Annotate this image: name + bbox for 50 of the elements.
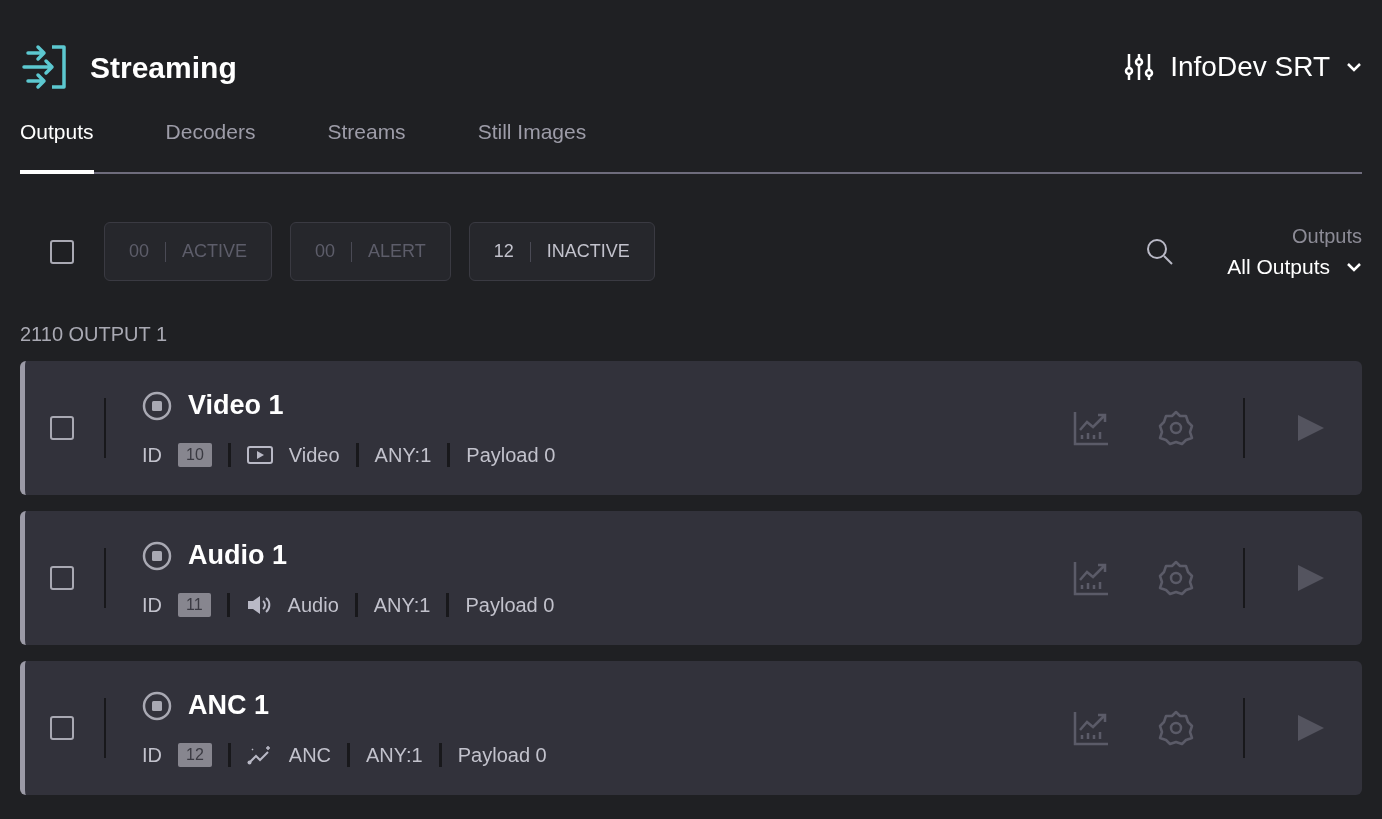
checkbox[interactable] xyxy=(50,415,74,440)
checkbox[interactable] xyxy=(50,239,74,264)
sliders-icon xyxy=(1124,52,1155,82)
chevron-down-icon xyxy=(1346,62,1362,72)
output-format: ANY:1 xyxy=(366,742,423,768)
tab[interactable]: Decoders xyxy=(165,116,256,174)
id-badge: 12 xyxy=(178,742,212,767)
tab[interactable]: Outputs xyxy=(20,116,94,174)
group-title: 2110 OUTPUT 1 xyxy=(20,321,169,347)
stop-icon[interactable] xyxy=(142,540,172,571)
settings-icon[interactable] xyxy=(1157,408,1195,447)
output-name: ANC 1 xyxy=(188,689,269,723)
device-selector[interactable]: InfoDev SRT xyxy=(1124,46,1362,88)
play-icon[interactable] xyxy=(1296,412,1326,443)
tab[interactable]: Still Images xyxy=(477,116,587,174)
checkbox[interactable] xyxy=(50,715,74,740)
filter-label: Outputs xyxy=(1291,223,1362,249)
output-type: Video xyxy=(288,442,340,468)
chevron-down-icon xyxy=(1346,261,1362,272)
checkbox[interactable] xyxy=(50,565,74,590)
payload: Payload 0 xyxy=(457,742,547,768)
settings-icon[interactable] xyxy=(1157,708,1195,747)
id-label: ID xyxy=(142,742,162,768)
payload: Payload 0 xyxy=(466,442,556,468)
payload: Payload 0 xyxy=(465,592,555,618)
outputs-dropdown[interactable]: All Outputs xyxy=(1227,250,1362,283)
settings-icon[interactable] xyxy=(1157,558,1195,597)
id-label: ID xyxy=(142,442,162,468)
chart-icon[interactable] xyxy=(1073,409,1109,446)
output-name: Video 1 xyxy=(188,389,284,423)
stop-icon[interactable] xyxy=(142,690,172,721)
id-badge: 10 xyxy=(178,442,212,467)
page-title: Streaming xyxy=(90,49,237,86)
id-label: ID xyxy=(142,592,162,618)
stop-icon[interactable] xyxy=(142,390,172,421)
output-format: ANY:1 xyxy=(373,592,431,618)
output-type: ANC xyxy=(288,742,332,768)
speaker-icon xyxy=(245,593,272,616)
play-icon[interactable] xyxy=(1296,712,1326,743)
id-badge: 11 xyxy=(178,592,211,617)
status-filter[interactable]: 12 INACTIVE xyxy=(468,222,655,281)
play-icon[interactable] xyxy=(1296,562,1326,593)
output-type: Audio xyxy=(287,592,339,618)
play-icon xyxy=(246,444,273,465)
sparkle-line-icon xyxy=(246,743,273,766)
tab[interactable]: Streams xyxy=(327,116,406,174)
chart-icon[interactable] xyxy=(1073,709,1109,746)
output-name: Audio 1 xyxy=(188,539,287,573)
output-format: ANY:1 xyxy=(374,442,432,468)
chart-icon[interactable] xyxy=(1073,559,1109,596)
